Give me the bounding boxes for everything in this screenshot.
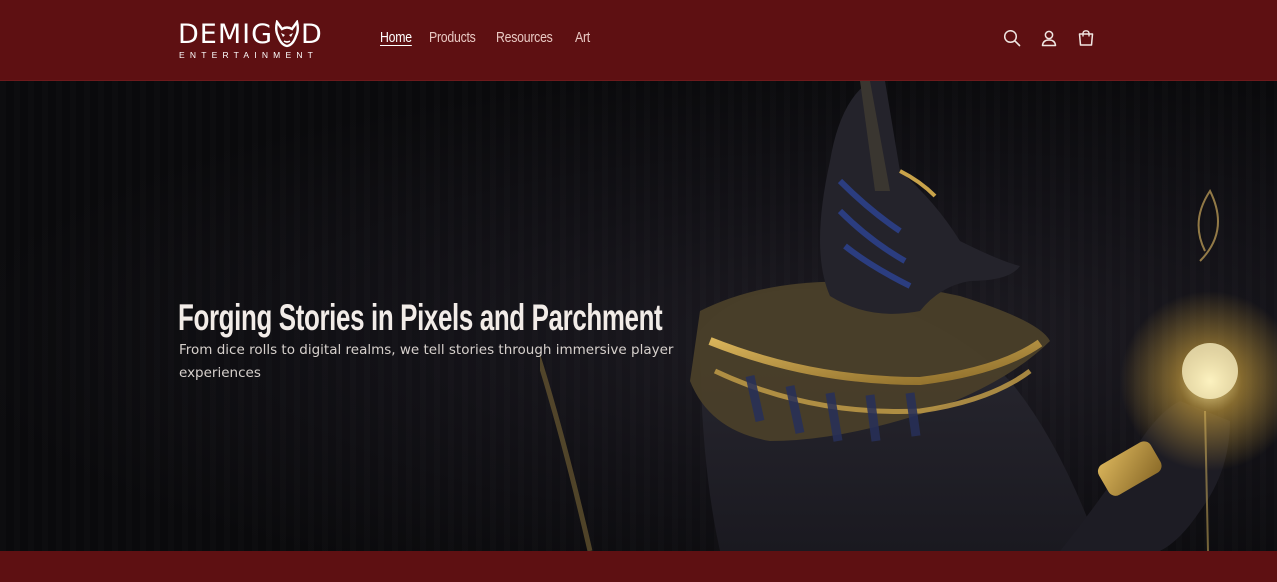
brand-logo[interactable]: DEMIG D ENTERTAINMENT (178, 20, 348, 61)
demon-mask-icon (275, 20, 300, 48)
header-actions (1002, 27, 1096, 49)
account-icon (1041, 30, 1057, 47)
nav-item-resources[interactable]: Resources (496, 26, 553, 50)
hero-banner: Forging Stories in Pixels and Parchment … (0, 81, 1277, 551)
logo-tagline: ENTERTAINMENT (179, 50, 319, 60)
hero-subtitle: From dice rolls to digital realms, we te… (179, 341, 674, 381)
logo-word-suffix: D (301, 19, 323, 50)
account-button[interactable] (1039, 27, 1059, 49)
section-divider (0, 551, 1277, 582)
cart-button[interactable] (1076, 27, 1096, 49)
search-button[interactable] (1002, 27, 1022, 49)
hero-title: Forging Stories in Pixels and Parchment (178, 296, 663, 338)
site-header: DEMIG D ENTERTAINMENT Home Products Reso… (0, 0, 1277, 81)
cart-icon (1078, 30, 1094, 46)
logo-word-prefix: DEMIG (178, 19, 274, 50)
logo-wordmark: DEMIG D (178, 20, 323, 50)
nav-item-home[interactable]: Home (380, 26, 412, 50)
main-nav: Home Products Resources Art (380, 26, 590, 50)
nav-item-art[interactable]: Art (575, 26, 590, 50)
search-icon (1003, 29, 1021, 47)
nav-item-products[interactable]: Products (429, 26, 476, 50)
